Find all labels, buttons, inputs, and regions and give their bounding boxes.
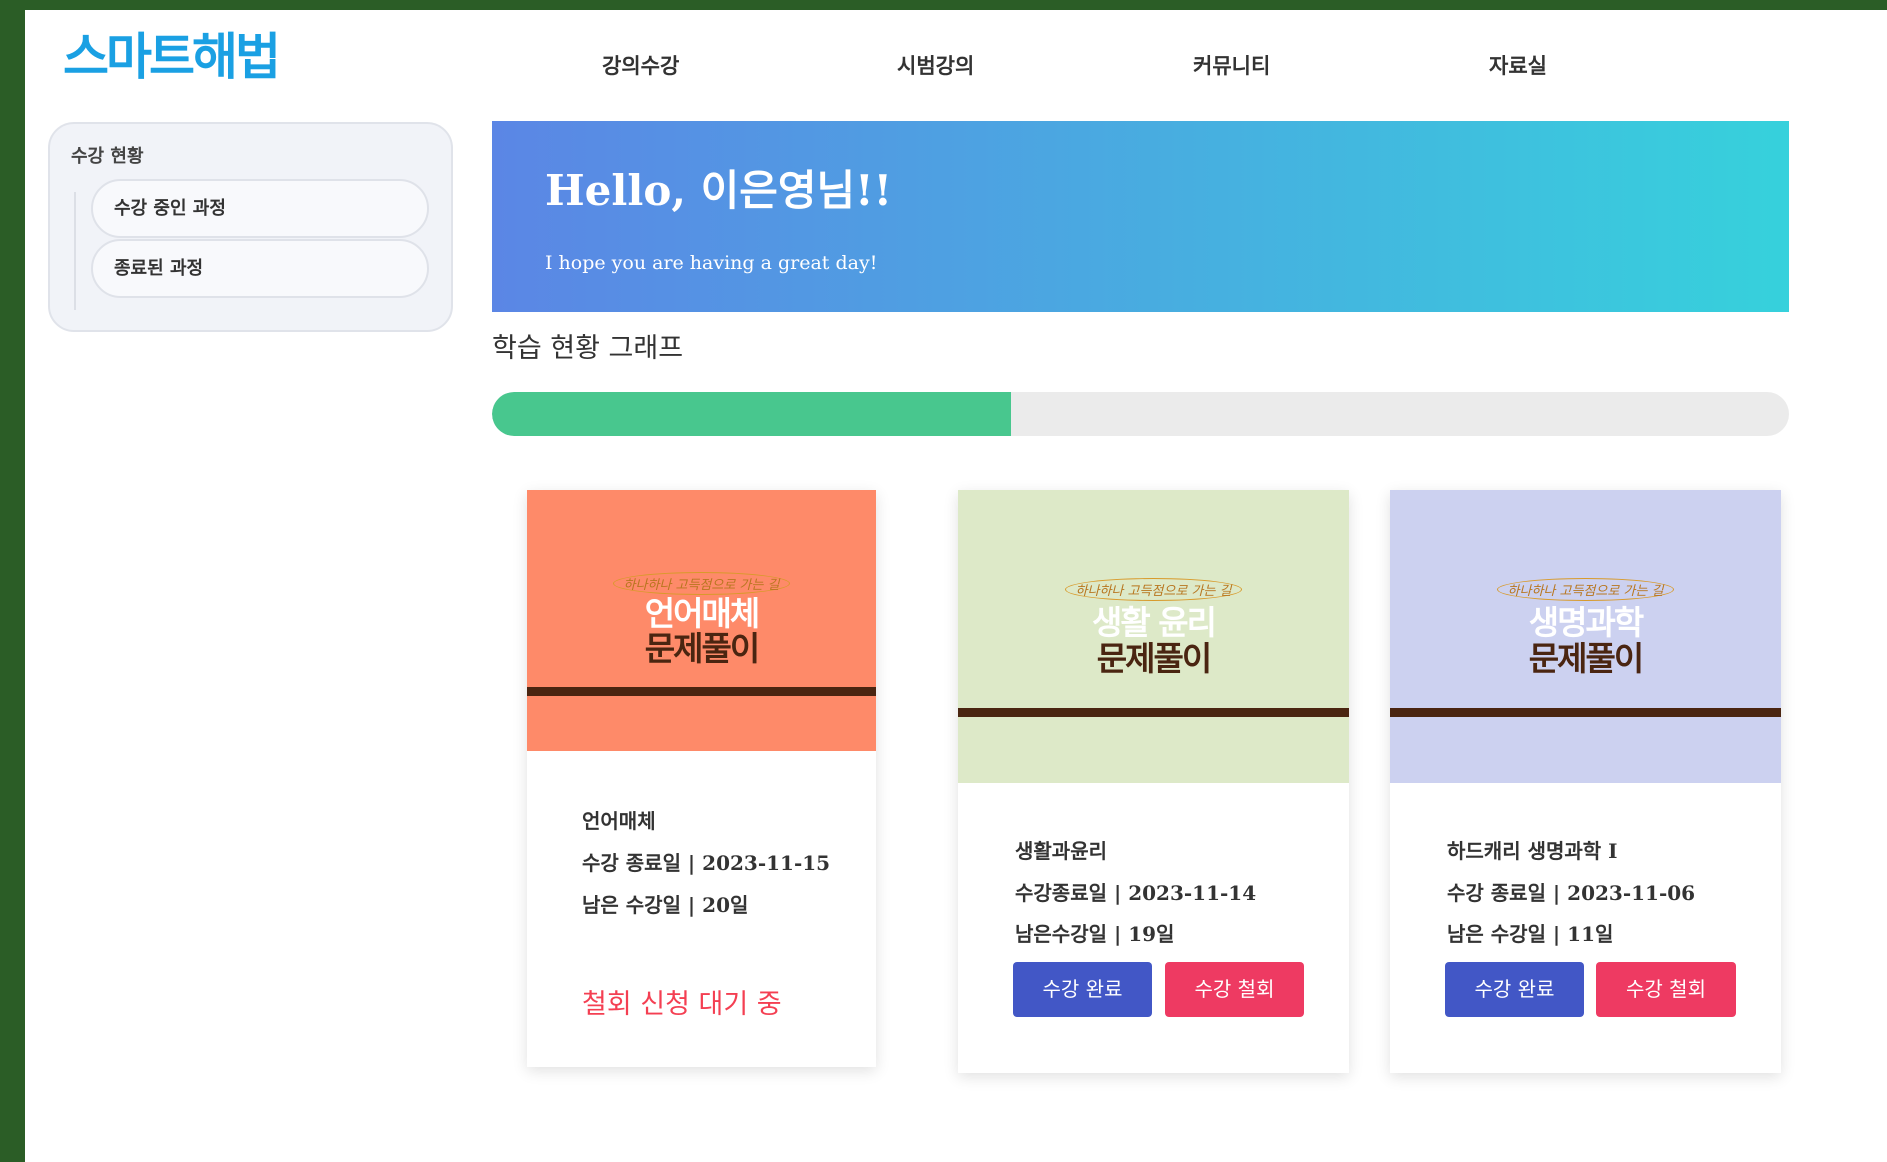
course-name: 언어매체 [582, 809, 656, 833]
thumbnail-script-text: 하나하나 고득점으로 가는 길 [527, 572, 876, 595]
top-nav: 강의수강 시범강의 커뮤니티 자료실 [25, 50, 1887, 90]
thumbnail-title-line1: 생명과학 [1528, 603, 1644, 642]
course-end-date: 수강 종료일 | 2023-11-06 [1447, 881, 1696, 905]
course-name: 생활과윤리 [1015, 839, 1107, 863]
withdraw-course-button[interactable]: 수강 철회 [1596, 962, 1736, 1017]
course-days-left: 남은 수강일 | 20일 [582, 893, 749, 917]
thumbnail-title-line1: 생활 윤리 [1092, 603, 1217, 642]
nav-community[interactable]: 커뮤니티 [1193, 50, 1270, 80]
progress-bar [492, 392, 1789, 436]
sidebar-item-active-courses[interactable]: 수강 중인 과정 [91, 179, 429, 238]
thumbnail-title-line2: 문제풀이 [644, 629, 760, 668]
thumbnail-title-line2: 문제풀이 [1096, 639, 1212, 678]
complete-course-button[interactable]: 수강 완료 [1013, 962, 1152, 1017]
course-thumbnail[interactable]: 하나하나 고득점으로 가는 길 생활 윤리 문제풀이 [958, 490, 1349, 783]
sidebar-divider [74, 192, 76, 310]
course-days-left: 남은 수강일 | 11일 [1447, 922, 1614, 946]
course-card[interactable]: 하나하나 고득점으로 가는 길 언어매체 문제풀이 언어매체 수강 종료일 | … [527, 490, 876, 1067]
complete-course-button[interactable]: 수강 완료 [1445, 962, 1584, 1017]
banner-subtitle: I hope you are having a great day! [545, 252, 878, 274]
thumbnail-script-text: 하나하나 고득점으로 가는 길 [958, 578, 1349, 601]
nav-resources[interactable]: 자료실 [1489, 50, 1547, 80]
welcome-banner: Hello, 이은영님!! I hope you are having a gr… [492, 121, 1789, 312]
withdraw-pending-status: 철회 신청 대기 중 [582, 989, 782, 1020]
course-thumbnail[interactable]: 하나하나 고득점으로 가는 길 언어매체 문제풀이 [527, 490, 876, 751]
sidebar: 수강 현황 수강 중인 과정 종료된 과정 [48, 122, 453, 332]
course-end-date: 수강종료일 | 2023-11-14 [1015, 881, 1257, 905]
course-end-date: 수강 종료일 | 2023-11-15 [582, 851, 831, 875]
nav-demo-lecture[interactable]: 시범강의 [897, 50, 974, 80]
course-name: 하드캐리 생명과학 I [1447, 839, 1618, 863]
progress-fill [492, 392, 1011, 436]
thumbnail-bar [958, 708, 1349, 717]
course-thumbnail[interactable]: 하나하나 고득점으로 가는 길 생명과학 문제풀이 [1390, 490, 1781, 783]
thumbnail-title-line1: 언어매체 [644, 594, 760, 633]
course-card[interactable]: 하나하나 고득점으로 가는 길 생활 윤리 문제풀이 생활과윤리 수강종료일 |… [958, 490, 1349, 1073]
banner-title: Hello, 이은영님!! [545, 166, 893, 215]
graph-title: 학습 현황 그래프 [492, 333, 684, 364]
withdraw-course-button[interactable]: 수강 철회 [1165, 962, 1304, 1017]
course-days-left: 남은수강일 | 19일 [1015, 922, 1175, 946]
thumbnail-bar [527, 687, 876, 696]
thumbnail-script-text: 하나하나 고득점으로 가는 길 [1390, 578, 1781, 601]
app-frame: 스마트해법 강의수강 시범강의 커뮤니티 자료실 수강 현황 수강 중인 과정 … [25, 10, 1887, 1162]
course-card[interactable]: 하나하나 고득점으로 가는 길 생명과학 문제풀이 하드캐리 생명과학 I 수강… [1390, 490, 1781, 1073]
thumbnail-title-line2: 문제풀이 [1528, 639, 1644, 678]
sidebar-item-ended-courses[interactable]: 종료된 과정 [91, 239, 429, 298]
thumbnail-bar [1390, 708, 1781, 717]
nav-lecture-enroll[interactable]: 강의수강 [602, 50, 679, 80]
sidebar-title: 수강 현황 [71, 146, 144, 167]
